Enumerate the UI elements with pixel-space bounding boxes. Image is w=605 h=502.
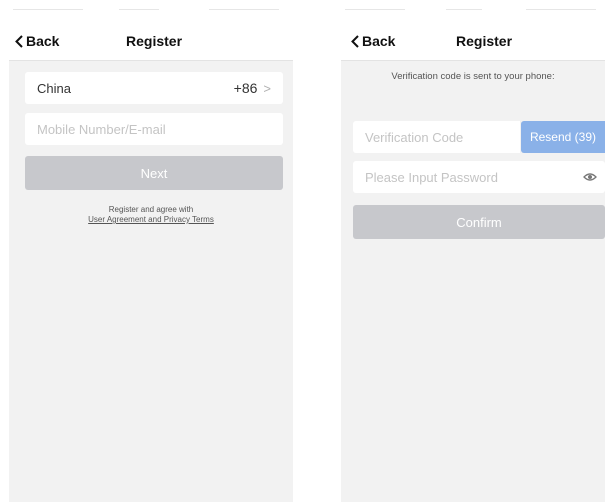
page-title: Register <box>456 33 513 49</box>
back-label: Back <box>26 33 60 49</box>
status-bar <box>341 0 605 22</box>
verification-code-input[interactable]: Verification Code <box>353 121 520 153</box>
next-button[interactable]: Next <box>25 156 283 190</box>
register-screen-left: Back Register China +86 > Mobile Number/… <box>9 0 293 502</box>
verification-info-text: Verification code is sent to your phone: <box>391 71 555 82</box>
nav-bar: Back Register <box>9 22 293 61</box>
chevron-left-icon <box>15 34 23 48</box>
resend-button[interactable]: Resend (39) <box>521 121 605 153</box>
register-screen-right: Back Register Verification code is sent … <box>341 0 605 502</box>
user-agreement-link[interactable]: User Agreement and Privacy Terms <box>9 215 293 225</box>
chevron-right-icon: > <box>263 80 271 96</box>
confirm-button[interactable]: Confirm <box>353 205 605 239</box>
nav-bar: Back Register <box>341 22 605 61</box>
page-title: Register <box>126 33 183 49</box>
eye-icon[interactable] <box>583 172 597 182</box>
back-label: Back <box>362 33 396 49</box>
password-placeholder: Please Input Password <box>365 169 498 185</box>
chevron-left-icon <box>351 34 359 48</box>
agreement-text: Register and agree with User Agreement a… <box>9 205 293 225</box>
password-input[interactable]: Please Input Password <box>353 161 605 193</box>
country-selector[interactable]: China +86 > <box>25 72 283 104</box>
status-bar <box>9 0 293 22</box>
back-button[interactable]: Back <box>351 33 395 49</box>
country-code: +86 <box>233 80 258 96</box>
back-button[interactable]: Back <box>15 33 59 49</box>
country-name: China <box>37 80 71 96</box>
mobile-email-input[interactable]: Mobile Number/E-mail <box>25 113 283 145</box>
verification-code-placeholder: Verification Code <box>365 129 464 145</box>
agreement-line: Register and agree with <box>108 205 194 214</box>
mobile-email-placeholder: Mobile Number/E-mail <box>37 121 166 137</box>
